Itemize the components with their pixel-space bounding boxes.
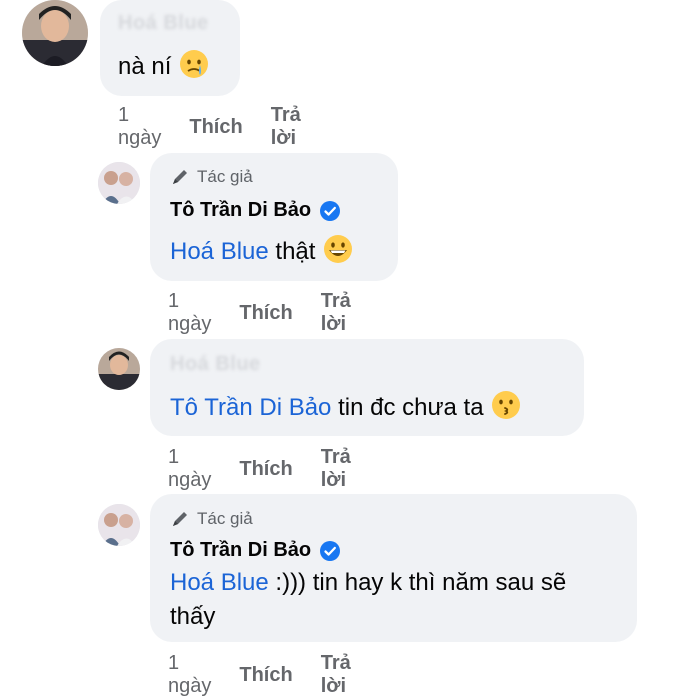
comment-bubble: Tác giả Tô Trần Di Bảo Hoá Blue thật xyxy=(150,153,398,281)
mention-link[interactable]: Hoá Blue xyxy=(170,569,269,596)
comment-actions: 1 ngày Thích Trả lời xyxy=(168,290,379,336)
mention-link[interactable]: Tô Trần Di Bảo xyxy=(170,394,331,421)
verified-badge-icon xyxy=(320,540,341,561)
author-badge-label: Tác giả xyxy=(197,167,253,186)
avatar-hoa-blue[interactable] xyxy=(22,0,88,66)
reply-button[interactable]: Trả lời xyxy=(321,446,351,492)
comment-actions: 1 ngày Thích Trả lời xyxy=(168,652,379,698)
pen-icon xyxy=(173,512,187,526)
comment-time[interactable]: 1 ngày xyxy=(118,104,161,150)
comment-text-body: tin đc chưa ta xyxy=(338,394,484,421)
comment-text-line-2: thấy xyxy=(170,603,216,630)
comment-text-body: nà ní xyxy=(118,53,172,80)
comment-text-body: :))) tin hay k thì năm sau sẽ xyxy=(275,569,567,596)
comment-text-body: thật xyxy=(275,238,316,265)
comment-time[interactable]: 1 ngày xyxy=(168,652,211,698)
like-button[interactable]: Thích xyxy=(239,664,292,687)
comment-bubble: Hoá Blue nà ní xyxy=(100,0,240,96)
like-button[interactable]: Thích xyxy=(239,458,292,481)
verified-badge-icon xyxy=(320,200,341,221)
kissing-face-icon xyxy=(492,391,521,419)
author-name-text[interactable]: Tô Trần Di Bảo xyxy=(170,539,311,562)
comment-time[interactable]: 1 ngày xyxy=(168,290,211,336)
avatar-hoa-blue[interactable] xyxy=(98,348,140,390)
author-name[interactable]: Tô Trần Di Bảo xyxy=(170,539,341,562)
comment-text-line-1: Hoá Blue :))) tin hay k thì năm sau sẽ xyxy=(170,566,566,600)
comment-actions: 1 ngày Thích Trả lời xyxy=(168,446,379,492)
like-button[interactable]: Thích xyxy=(189,116,242,139)
comment-actions: 1 ngày Thích Trả lời xyxy=(118,104,329,150)
mention-link[interactable]: Hoá Blue xyxy=(170,238,269,265)
comment-text: Hoá Blue :))) tin hay k thì năm sau sẽ t… xyxy=(170,566,566,634)
author-badge: Tác giả xyxy=(170,167,253,187)
comment-bubble: Hoá Blue Tô Trần Di Bảo tin đc chưa ta xyxy=(150,339,584,436)
reply-button[interactable]: Trả lời xyxy=(271,104,301,150)
author-badge: Tác giả xyxy=(170,509,253,529)
avatar-to-tran-di-bao[interactable] xyxy=(98,504,140,546)
like-button[interactable]: Thích xyxy=(239,302,292,325)
author-name-blurred[interactable]: Hoá Blue xyxy=(170,353,261,376)
comment-text: nà ní xyxy=(118,48,210,84)
comment-text: Hoá Blue thật xyxy=(170,233,354,269)
author-badge-label: Tác giả xyxy=(197,509,253,528)
comment-bubble: Tác giả Tô Trần Di Bảo Hoá Blue :))) tin… xyxy=(150,494,637,642)
avatar-photo-icon xyxy=(98,348,140,390)
avatar-to-tran-di-bao[interactable] xyxy=(98,162,140,204)
avatar-photo-icon xyxy=(22,0,88,66)
pen-icon xyxy=(173,170,187,184)
author-name-text[interactable]: Tô Trần Di Bảo xyxy=(170,199,311,222)
grinning-face-icon xyxy=(324,235,353,263)
avatar-photo-icon xyxy=(98,504,140,546)
reply-button[interactable]: Trả lời xyxy=(321,290,351,336)
reply-button[interactable]: Trả lời xyxy=(321,652,351,698)
avatar-photo-icon xyxy=(98,162,140,204)
comment-text: Tô Trần Di Bảo tin đc chưa ta xyxy=(170,389,522,425)
author-name-blurred[interactable]: Hoá Blue xyxy=(118,12,209,35)
comment-time[interactable]: 1 ngày xyxy=(168,446,211,492)
crying-face-icon xyxy=(180,50,209,78)
author-name[interactable]: Tô Trần Di Bảo xyxy=(170,199,341,222)
